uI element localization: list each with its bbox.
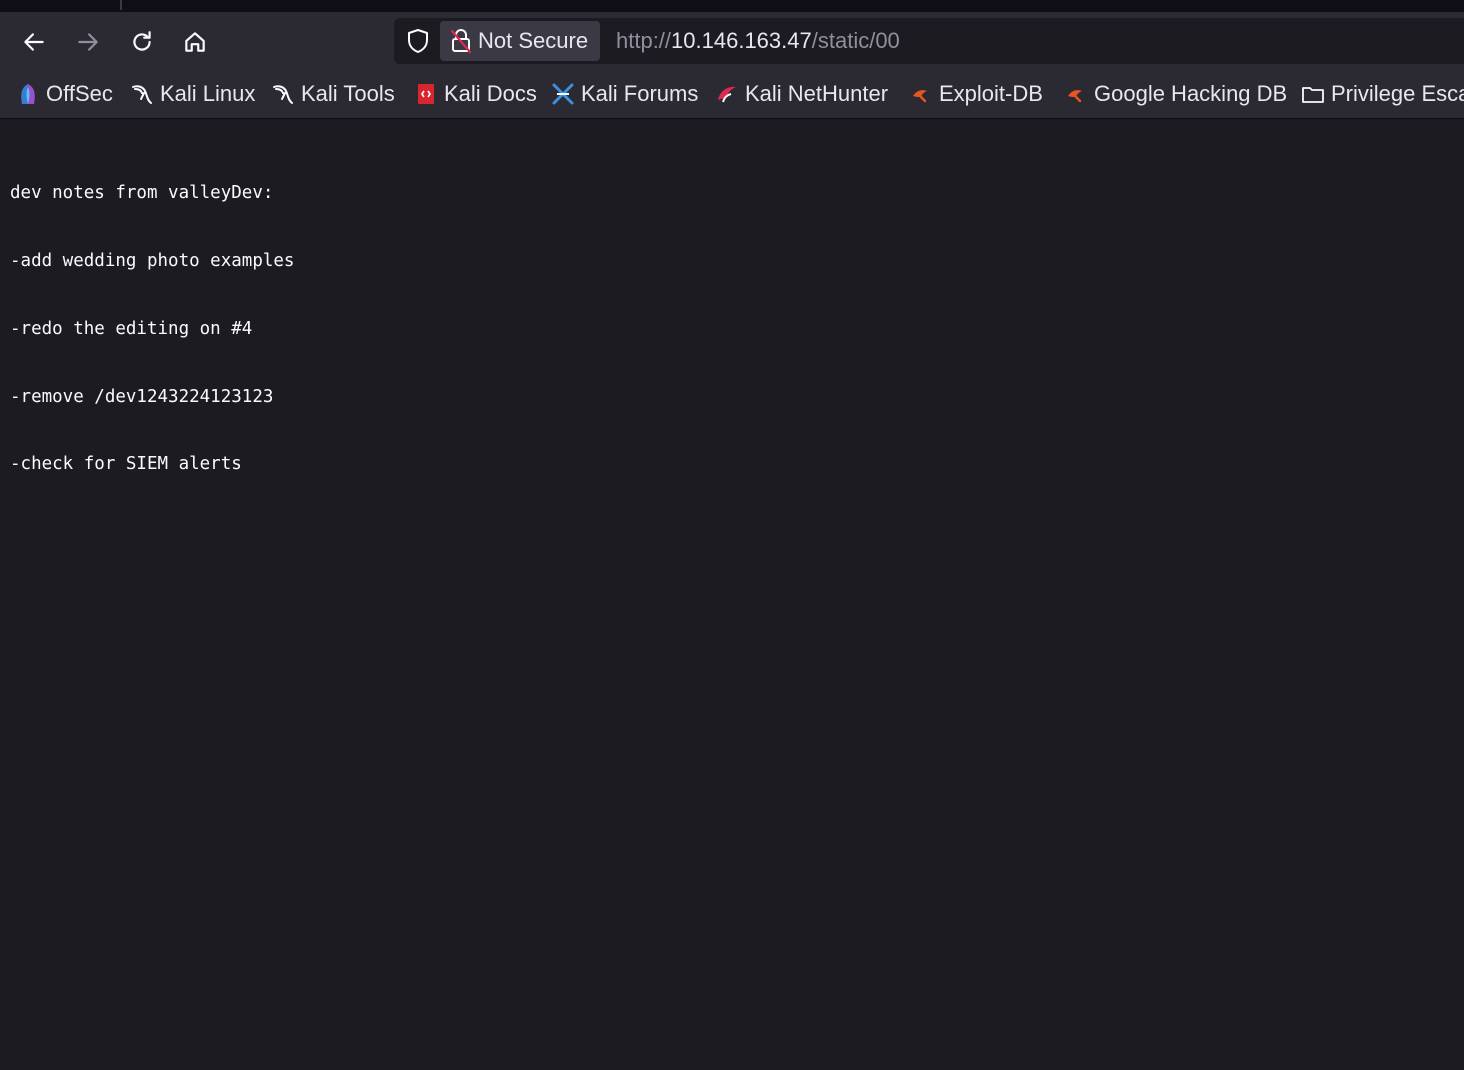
url-bar[interactable]: Not Secure http://10.146.163.47/static/0…	[394, 18, 1464, 64]
home-icon	[185, 32, 205, 52]
bookmark-kali-nethunter[interactable]: Kali NetHunter	[715, 70, 888, 118]
shield-icon	[408, 29, 428, 53]
url-host: 10.146.163.47	[671, 28, 812, 53]
back-button[interactable]	[16, 24, 52, 60]
bookmark-label: Kali Forums	[581, 81, 699, 106]
bookmark-kali-linux[interactable]: Kali Linux	[130, 70, 255, 118]
kali-docs-icon	[414, 82, 438, 106]
note-line: dev notes from valleyDev:	[10, 183, 274, 204]
folder-icon	[1301, 82, 1325, 106]
bookmark-kali-tools[interactable]: Kali Tools	[271, 70, 395, 118]
bookmark-kali-forums[interactable]: Kali Forums	[551, 70, 698, 118]
bookmark-label: Privilege Esca	[1331, 81, 1464, 106]
site-security-button[interactable]: Not Secure	[440, 21, 601, 61]
url-text[interactable]: http://10.146.163.47/static/00	[616, 18, 900, 64]
browser-window: Not Secure http://10.146.163.47/static/0…	[0, 0, 1464, 1070]
kali-forums-icon	[551, 82, 575, 106]
reload-icon	[133, 31, 151, 51]
bookmark-offsec[interactable]: OffSec	[16, 70, 113, 118]
page-content: dev notes from valleyDev: -add wedding p…	[10, 137, 294, 521]
forward-button[interactable]	[70, 24, 106, 60]
bookmark-kali-docs[interactable]: Kali Docs	[414, 70, 537, 118]
url-scheme: http://	[616, 28, 672, 53]
kali-dragon-icon	[271, 82, 295, 106]
bookmark-label: Kali NetHunter	[745, 81, 889, 106]
bookmark-label: Exploit-DB	[939, 81, 1043, 106]
home-button[interactable]	[177, 24, 213, 60]
bookmark-google-hacking-db[interactable]: Google Hacking DB	[1064, 70, 1287, 118]
arrow-right-icon	[78, 33, 98, 51]
insecure-lock-icon	[450, 28, 472, 54]
tracking-protection-button[interactable]	[404, 27, 432, 55]
exploitdb-icon	[909, 82, 933, 106]
navigation-toolbar: Not Secure http://10.146.163.47/static/0…	[0, 12, 1464, 70]
note-line: -redo the editing on #4	[10, 318, 253, 339]
security-label: Not Secure	[478, 28, 589, 53]
bookmark-label: Kali Tools	[301, 81, 395, 106]
exploitdb-icon	[1064, 82, 1088, 106]
reload-button[interactable]	[124, 24, 160, 60]
arrow-left-icon	[24, 33, 44, 51]
bookmark-label: Kali Linux	[160, 81, 256, 106]
bookmark-label: Google Hacking DB	[1094, 81, 1288, 106]
offsec-icon	[16, 82, 40, 106]
note-line: -add wedding photo examples	[10, 250, 295, 271]
bookmark-exploit-db[interactable]: Exploit-DB	[909, 70, 1043, 118]
url-path: /static/00	[811, 28, 900, 53]
bookmark-label: OffSec	[46, 81, 113, 106]
nethunter-icon	[715, 82, 739, 106]
note-line: -check for SIEM alerts	[10, 454, 242, 475]
bookmark-label: Kali Docs	[444, 81, 537, 106]
bookmarks-toolbar: OffSec Kali Linux Kali Tools Kali Docs K…	[0, 70, 1464, 119]
bookmark-folder-privilege-escalation[interactable]: Privilege Esca	[1301, 70, 1464, 118]
note-line: -remove /dev1243224123123	[10, 386, 274, 407]
tab-separator	[120, 0, 122, 10]
kali-dragon-icon	[130, 82, 154, 106]
tab-strip	[0, 0, 1464, 12]
